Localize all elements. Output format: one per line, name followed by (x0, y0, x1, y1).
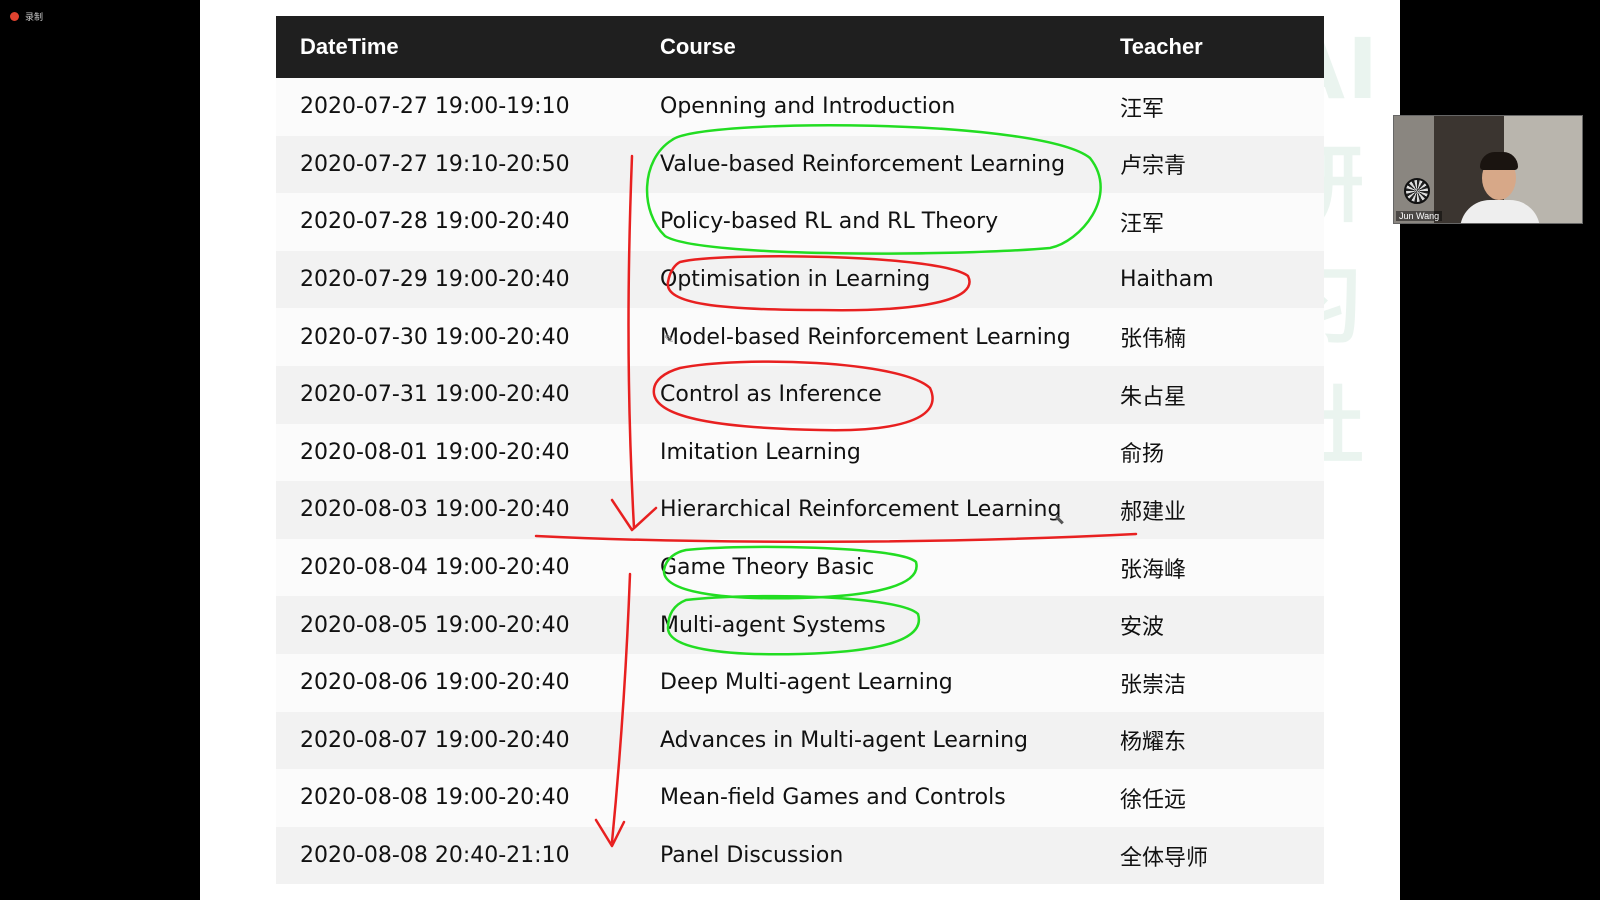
cell-course: Hierarchical Reinforcement Learning (636, 481, 1096, 539)
table-row: 2020-08-08 20:40-21:10 Panel Discussion 全体… (276, 826, 1324, 885)
pencil-icon: ✎ (664, 332, 675, 346)
cell-datetime: 2020-07-29 19:00-20:40 (276, 250, 636, 309)
dartboard-icon (1404, 178, 1430, 204)
cell-datetime: 2020-08-05 19:00-20:40 (276, 596, 636, 654)
cell-teacher: 俞扬 (1096, 423, 1324, 482)
table-row: 2020-08-07 19:00-20:40 Advances in Multi-… (276, 711, 1324, 770)
header-course: Course (636, 16, 1096, 78)
table-row: 2020-07-29 19:00-20:40 Optimisation in Le… (276, 250, 1324, 309)
cell-datetime: 2020-08-06 19:00-20:40 (276, 653, 636, 712)
presentation-slide: AI研习社 DateTime Course Teacher 2020-07-27… (200, 0, 1400, 900)
cell-teacher: 张伟楠 (1096, 308, 1324, 366)
table-row: 2020-08-06 19:00-20:40 Deep Multi-agent L… (276, 653, 1324, 712)
table-header-row: DateTime Course Teacher (276, 16, 1324, 78)
header-teacher: Teacher (1096, 16, 1324, 78)
cell-datetime: 2020-08-01 19:00-20:40 (276, 423, 636, 482)
participant-name: Jun Wang (1396, 211, 1443, 221)
cell-course: Deep Multi-agent Learning (636, 653, 1096, 712)
speaker-hair (1480, 152, 1518, 170)
cell-datetime: 2020-07-28 19:00-20:40 (276, 193, 636, 251)
cell-course: Panel Discussion (636, 826, 1096, 885)
cell-datetime: 2020-07-27 19:00-19:10 (276, 78, 636, 136)
schedule-table: DateTime Course Teacher 2020-07-27 19:00… (276, 16, 1324, 885)
cell-teacher: 汪军 (1096, 78, 1324, 136)
table-row: 2020-07-30 19:00-20:40 Model-based Reinfo… (276, 308, 1324, 366)
cell-datetime: 2020-08-04 19:00-20:40 (276, 538, 636, 597)
header-datetime: DateTime (276, 16, 636, 78)
record-dot-icon (10, 12, 19, 21)
cell-course: Value-based Reinforcement Learning (636, 135, 1096, 194)
cell-datetime: 2020-07-27 19:10-20:50 (276, 135, 636, 194)
cell-course: Control as Inference (636, 365, 1096, 424)
table-row: 2020-08-03 19:00-20:40 Hierarchical Reinf… (276, 481, 1324, 539)
cell-datetime: 2020-08-08 20:40-21:10 (276, 826, 636, 885)
cell-course: Optimisation in Learning (636, 250, 1096, 309)
cell-course: Advances in Multi-agent Learning (636, 711, 1096, 770)
cell-course: Imitation Learning (636, 423, 1096, 482)
cell-teacher: 全体导师 (1096, 826, 1324, 885)
cell-course: Model-based Reinforcement Learning (636, 308, 1096, 366)
cell-course: Policy-based RL and RL Theory (636, 193, 1096, 251)
recording-indicator[interactable]: 录制 (10, 10, 43, 23)
cell-teacher: 杨耀东 (1096, 711, 1324, 770)
cell-datetime: 2020-08-08 19:00-20:40 (276, 769, 636, 827)
cell-datetime: 2020-07-30 19:00-20:40 (276, 308, 636, 366)
cell-datetime: 2020-08-07 19:00-20:40 (276, 711, 636, 770)
cell-teacher: 张崇洁 (1096, 653, 1324, 712)
cell-teacher: 徐任远 (1096, 769, 1324, 827)
cell-teacher: 朱占星 (1096, 365, 1324, 424)
table-row: 2020-08-04 19:00-20:40 Game Theory Basic 张… (276, 538, 1324, 597)
cell-teacher: 安波 (1096, 596, 1324, 654)
mouse-cursor-icon: ⬉ (1054, 512, 1065, 527)
cell-course: Game Theory Basic (636, 538, 1096, 597)
cell-datetime: 2020-08-03 19:00-20:40 (276, 481, 636, 539)
cell-datetime: 2020-07-31 19:00-20:40 (276, 365, 636, 424)
cell-teacher: 卢宗青 (1096, 135, 1324, 194)
table-row: 2020-07-31 19:00-20:40 Control as Inferen… (276, 365, 1324, 424)
cell-course: Multi-agent Systems (636, 596, 1096, 654)
cell-teacher: 张海峰 (1096, 538, 1324, 597)
cell-teacher: Haitham (1096, 250, 1324, 309)
cell-course: Mean-field Games and Controls (636, 769, 1096, 827)
table-row: 2020-08-01 19:00-20:40 Imitation Learning… (276, 423, 1324, 482)
table-row: 2020-07-27 19:00-19:10 Openning and Intro… (276, 78, 1324, 136)
table-row: 2020-07-28 19:00-20:40 Policy-based RL an… (276, 193, 1324, 251)
table-row: 2020-07-27 19:10-20:50 Value-based Reinfo… (276, 135, 1324, 194)
cell-teacher: 汪军 (1096, 193, 1324, 251)
webcam-thumbnail[interactable]: Jun Wang (1393, 115, 1583, 224)
cell-teacher: 郝建业 (1096, 481, 1324, 539)
table-row: 2020-08-05 19:00-20:40 Multi-agent System… (276, 596, 1324, 654)
recording-label: 录制 (25, 13, 44, 23)
table-row: 2020-08-08 19:00-20:40 Mean-field Games a… (276, 769, 1324, 827)
cell-course: Openning and Introduction (636, 78, 1096, 136)
